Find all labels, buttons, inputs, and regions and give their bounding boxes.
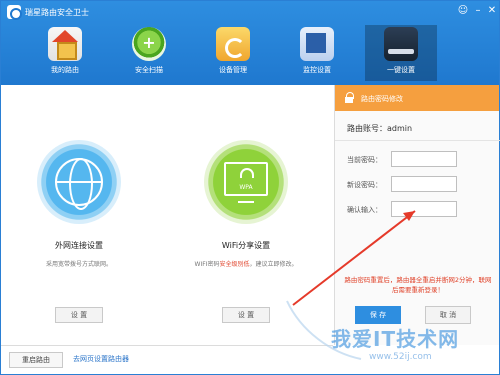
panel-divider bbox=[335, 140, 500, 141]
globe-badge[interactable] bbox=[37, 140, 121, 224]
main-nav: 我的路由 安全扫描 设备管理 监控设置 一键设置 bbox=[29, 25, 469, 85]
nav-label: 监控设置 bbox=[303, 66, 331, 74]
monitor-icon bbox=[300, 27, 334, 61]
lock-icon bbox=[345, 92, 354, 103]
panel-title: 路由密码修改 bbox=[361, 95, 403, 103]
nav-device-management[interactable]: 设备管理 bbox=[197, 25, 269, 81]
nav-label: 我的路由 bbox=[51, 66, 79, 74]
close-icon[interactable]: ✕ bbox=[485, 4, 499, 18]
router-account: 路由账号：admin bbox=[347, 124, 413, 133]
restart-router-button[interactable]: 重启路由 bbox=[9, 352, 63, 368]
user-icon[interactable]: ☺ bbox=[456, 4, 470, 18]
watermark-logo: 我爱IT技术网 bbox=[331, 327, 460, 351]
app-window: 瑞星路由安全卫士 ☺ – ✕ 我的路由 安全扫描 设备管理 监控设置 bbox=[0, 0, 500, 375]
nav-my-router[interactable]: 我的路由 bbox=[29, 25, 101, 81]
current-password-label: 当前密码： bbox=[347, 156, 382, 164]
desc-prefix: WIFI密码 bbox=[194, 261, 220, 268]
main-content: 外网连接设置 采用宽带拨号方式联网。 WPA WiFi分享设置 WIFI密码安全… bbox=[1, 85, 333, 345]
router-icon bbox=[384, 27, 418, 61]
nav-one-click-setup[interactable]: 一键设置 bbox=[365, 25, 437, 81]
card-description: 采用宽带拨号方式联网。 bbox=[45, 261, 112, 268]
wan-setup-card: 外网连接设置 采用宽带拨号方式联网。 bbox=[19, 140, 139, 270]
nav-monitor-settings[interactable]: 监控设置 bbox=[281, 25, 353, 81]
card-description: WIFI密码安全级别低，建议立即修改。 bbox=[186, 260, 306, 270]
new-password-label: 新设密码： bbox=[347, 181, 382, 189]
nav-label: 设备管理 bbox=[219, 66, 247, 74]
rising-logo-icon bbox=[7, 5, 22, 20]
web-settings-link[interactable]: 去网页设置路由器 bbox=[73, 354, 129, 364]
house-icon bbox=[48, 27, 82, 61]
desc-suffix: ，建议立即修改。 bbox=[249, 261, 298, 268]
confirm-password-field[interactable] bbox=[391, 201, 457, 217]
card-title: 外网连接设置 bbox=[55, 241, 103, 250]
current-password-field[interactable] bbox=[391, 151, 457, 167]
wifi-settings-button[interactable]: 设 置 bbox=[222, 307, 270, 323]
nav-security-scan[interactable]: 安全扫描 bbox=[113, 25, 185, 81]
wifi-setup-card: WPA WiFi分享设置 WIFI密码安全级别低，建议立即修改。 bbox=[186, 140, 306, 270]
nav-label: 一键设置 bbox=[387, 66, 415, 74]
wan-settings-button[interactable]: 设 置 bbox=[55, 307, 103, 323]
wifi-screen-icon: WPA bbox=[224, 162, 268, 203]
device-box-icon bbox=[216, 27, 250, 61]
watermark-url: www.52ij.com bbox=[369, 352, 432, 362]
wifi-badge[interactable]: WPA bbox=[204, 140, 288, 224]
wpa-label: WPA bbox=[239, 184, 253, 191]
password-panel: 路由密码修改 路由账号：admin 当前密码： 新设密码： 确认输入： 路由密码… bbox=[334, 85, 500, 345]
header: 瑞星路由安全卫士 ☺ – ✕ 我的路由 安全扫描 设备管理 监控设置 bbox=[1, 1, 499, 85]
card-title: WiFi分享设置 bbox=[221, 241, 271, 250]
minimize-icon[interactable]: – bbox=[471, 4, 485, 18]
footer-divider bbox=[1, 345, 333, 346]
wifi-icon bbox=[240, 168, 254, 178]
save-button[interactable]: 保 存 bbox=[355, 306, 401, 324]
cancel-button[interactable]: 取 消 bbox=[425, 306, 471, 324]
app-title: 瑞星路由安全卫士 bbox=[25, 8, 89, 17]
confirm-password-label: 确认输入： bbox=[347, 206, 382, 214]
new-password-field[interactable] bbox=[391, 176, 457, 192]
globe-icon bbox=[55, 158, 103, 210]
nav-label: 安全扫描 bbox=[135, 66, 163, 74]
panel-header: 路由密码修改 bbox=[335, 85, 499, 111]
security-level-warning: 安全级别低 bbox=[219, 261, 250, 268]
shield-icon bbox=[132, 27, 166, 61]
reset-warning: 路由密码重置后，路由器全重启并断网2分钟，联网后需要重新登录！ bbox=[344, 276, 492, 294]
